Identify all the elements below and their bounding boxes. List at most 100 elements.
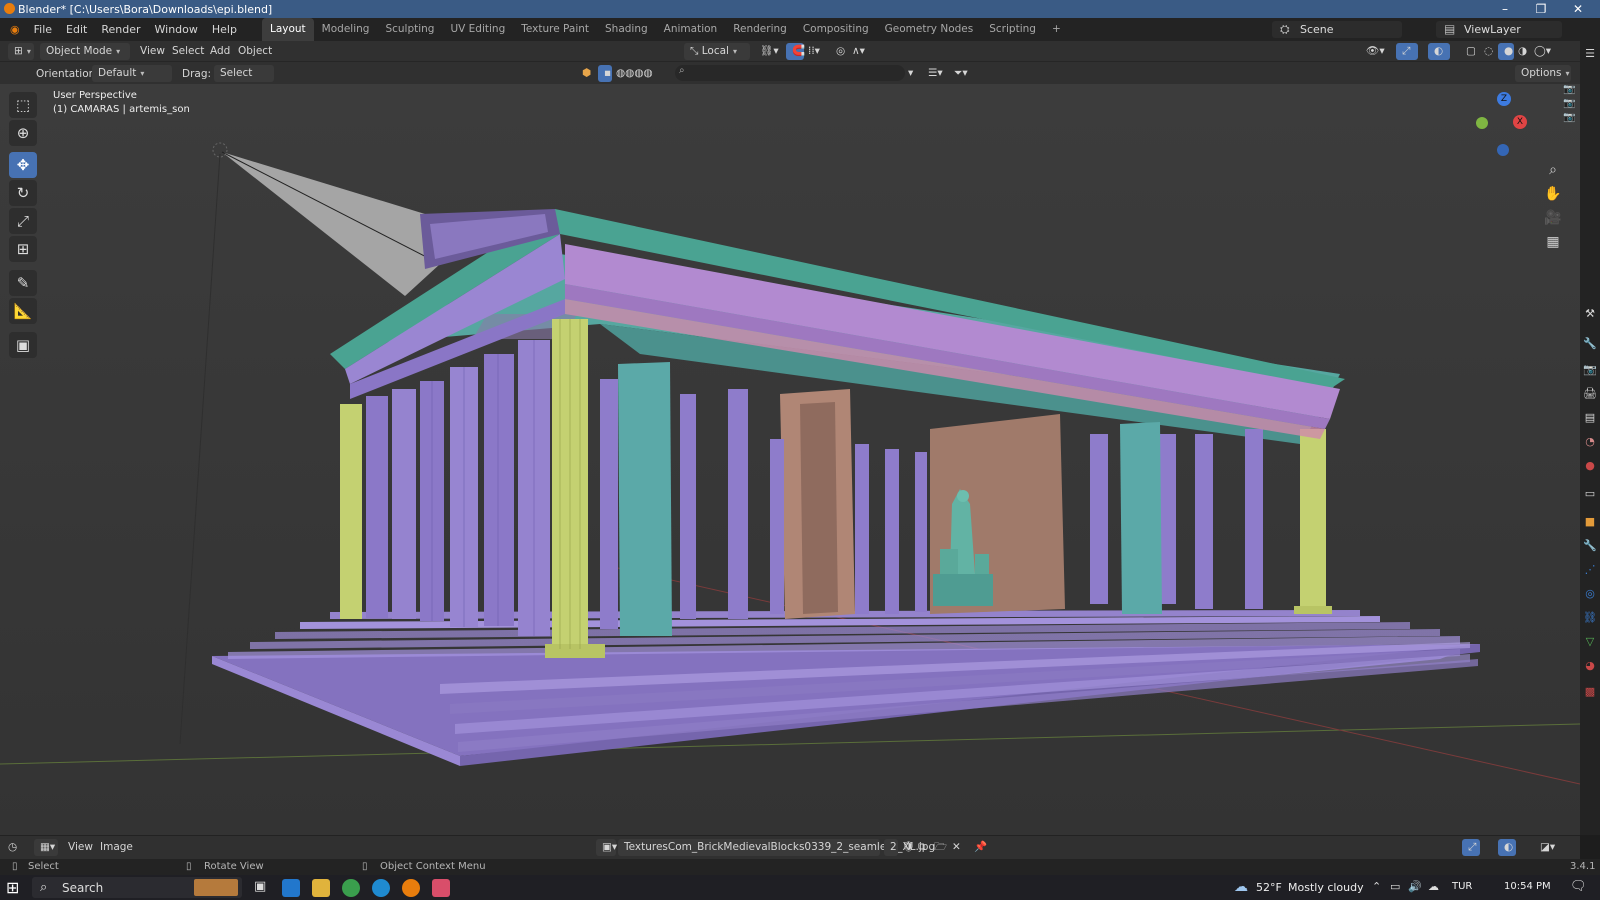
volume-icon[interactable]: 🔊 [1408, 880, 1422, 893]
close-button[interactable]: ✕ [1560, 0, 1596, 18]
shading-solid-icon[interactable]: ● [1498, 43, 1514, 60]
constraints-props-icon[interactable]: ⛓ [1583, 611, 1597, 625]
sidebar-camera-icon-3[interactable]: 📷 [1563, 112, 1575, 123]
gizmo-toggle-icon[interactable]: ⤢ [1396, 43, 1418, 60]
xray-icon[interactable]: ▢ [1466, 43, 1476, 60]
select-box-icon[interactable]: ⬚ [9, 92, 37, 118]
windows-start-icon[interactable]: ⊞ [6, 878, 19, 897]
annotate-icon[interactable]: ✎ [9, 270, 37, 296]
tool-props-icon[interactable]: ⚒ [1583, 307, 1597, 321]
shading-wireframe-icon[interactable]: ◌ [1484, 43, 1493, 60]
mail-app-icon[interactable] [282, 879, 300, 897]
gizmo-neg-z-axis[interactable] [1497, 144, 1509, 156]
editor-type-icon-2[interactable]: ◷ [8, 839, 17, 856]
tab-shading[interactable]: Shading [597, 18, 656, 41]
tab-layout[interactable]: Layout [261, 18, 314, 41]
pan-hand-icon[interactable]: ✋ [1541, 182, 1565, 206]
sidebar-camera-icon-1[interactable]: 📷 [1563, 84, 1575, 95]
fake-user-icon[interactable]: 🛡 [902, 839, 915, 856]
view-layer-props-icon[interactable]: ▤ [1583, 411, 1597, 425]
image-menu-image[interactable]: Image [100, 839, 133, 856]
move-icon[interactable]: ✥ [9, 152, 37, 178]
physics-props-icon[interactable]: ◎ [1583, 587, 1597, 601]
paint-app-icon[interactable] [432, 879, 450, 897]
transform-icon[interactable]: ⊞ [9, 236, 37, 262]
tab-uv-editing[interactable]: UV Editing [442, 18, 513, 41]
image-overlay-icon[interactable]: ◐ [1498, 839, 1516, 856]
weather-temp[interactable]: 52°F [1256, 881, 1282, 894]
tab-scripting[interactable]: Scripting [981, 18, 1044, 41]
image-users-count[interactable]: 2 [884, 839, 898, 856]
tab-animation[interactable]: Animation [656, 18, 726, 41]
mode-dropdown[interactable]: Object Mode ▾ [40, 43, 130, 60]
scene-selector[interactable]: Scene [1272, 21, 1402, 38]
shading-rendered-icon[interactable]: ◯▾ [1534, 43, 1551, 60]
header-menu-add[interactable]: Add [210, 43, 230, 60]
transform-orientation-dropdown[interactable]: ⤡ Local ▾ [684, 43, 750, 60]
new-image-icon[interactable]: ⧉ [918, 839, 926, 856]
menu-window[interactable]: Window [148, 18, 205, 41]
scale-icon[interactable]: ⤢ [9, 208, 37, 234]
orientation-dropdown[interactable]: Default ▾ [92, 65, 172, 82]
clock-time[interactable]: 10:54 PM [1504, 881, 1551, 892]
filter-icons[interactable]: ◍◍◍◍ [616, 65, 653, 82]
ortho-grid-icon[interactable]: ▦ [1541, 230, 1565, 254]
3d-viewport[interactable]: User Perspective (1) CAMARAS | artemis_s… [0, 84, 1580, 835]
drag-dropdown[interactable]: Select Box▾ [214, 65, 274, 96]
render-props-icon[interactable]: 📷 [1583, 363, 1597, 377]
data-props-icon[interactable]: ▽ [1583, 635, 1597, 649]
image-browse-icon[interactable]: ▣▾ [596, 839, 617, 856]
tab-rendering[interactable]: Rendering [725, 18, 795, 41]
snap-target-icon[interactable]: ⁞⁞▾ [808, 43, 820, 60]
unlink-image-icon[interactable]: ✕ [952, 839, 961, 856]
rotate-icon[interactable]: ↻ [9, 180, 37, 206]
input-language[interactable]: TUR [1452, 881, 1472, 892]
texture-props-icon[interactable]: ▩ [1583, 685, 1597, 699]
object-props-icon[interactable]: ■ [1583, 515, 1597, 529]
snap-toggle-icon[interactable]: 🧲 [786, 43, 805, 60]
taskbar-search-box[interactable]: ⌕ Search [32, 877, 242, 898]
header-menu-view[interactable]: View [140, 43, 165, 60]
output-props-icon[interactable]: 🖨 [1583, 387, 1597, 401]
gizmo-x-axis[interactable]: X [1513, 115, 1527, 129]
task-view-icon[interactable]: ▣ [254, 879, 272, 897]
tab-texture-paint[interactable]: Texture Paint [513, 18, 597, 41]
menu-file[interactable]: File [27, 18, 59, 41]
image-gizmo-icon[interactable]: ⤢ [1462, 839, 1480, 856]
scene-props-icon[interactable]: ◔ [1583, 435, 1597, 449]
header-menu-select[interactable]: Select [172, 43, 204, 60]
cursor-icon[interactable]: ⊕ [9, 120, 37, 146]
gizmo-y-axis[interactable] [1476, 117, 1488, 129]
sidebar-camera-icon-2[interactable]: 📷 [1563, 98, 1575, 109]
tool-settings-icon[interactable]: 🔧 [1583, 337, 1597, 351]
camera-view-icon[interactable]: 🎥 [1541, 206, 1565, 230]
tab-geometry-nodes[interactable]: Geometry Nodes [877, 18, 982, 41]
gizmo-z-axis[interactable]: Z [1497, 92, 1511, 106]
weather-text[interactable]: Mostly cloudy [1288, 881, 1364, 894]
tab-sculpting[interactable]: Sculpting [377, 18, 442, 41]
outliner-search-input[interactable]: ⌕ [675, 65, 905, 81]
chrome-icon[interactable] [342, 879, 360, 897]
open-image-icon[interactable]: 🗁 [934, 839, 947, 856]
material-props-icon[interactable]: ◕ [1583, 659, 1597, 673]
navigation-gizmo[interactable]: Z X [1476, 92, 1536, 156]
proportional-edit-icon[interactable]: ◎ [836, 43, 845, 60]
overlay-toggle-icon[interactable]: ◐ [1428, 43, 1450, 60]
filter-dropdown-icon[interactable]: ▾ [908, 65, 913, 82]
options-dropdown[interactable]: Options ▾ [1515, 65, 1571, 82]
tab-compositing[interactable]: Compositing [795, 18, 877, 41]
notifications-icon[interactable]: 🗨 [1570, 879, 1587, 894]
image-name-field[interactable]: TexturesCom_BrickMedievalBlocks0339_2_se… [618, 839, 935, 856]
object-types-icon[interactable]: ⬢ [582, 65, 591, 82]
header-menu-object[interactable]: Object [238, 43, 272, 60]
zoom-icon[interactable]: ⌕ [1541, 158, 1565, 182]
minimize-button[interactable]: – [1487, 0, 1523, 18]
world-props-icon[interactable]: ● [1583, 459, 1597, 473]
blender-taskbar-icon[interactable] [402, 879, 420, 897]
image-editor-mode-icon[interactable]: ▦▾ [34, 839, 58, 856]
cloud-sync-icon[interactable]: ☁ [1428, 880, 1439, 893]
battery-icon[interactable]: ▭ [1390, 880, 1400, 893]
menu-render[interactable]: Render [94, 18, 147, 41]
funnel-icon[interactable]: ⏷▾ [954, 65, 968, 82]
add-workspace-button[interactable]: + [1044, 18, 1069, 41]
